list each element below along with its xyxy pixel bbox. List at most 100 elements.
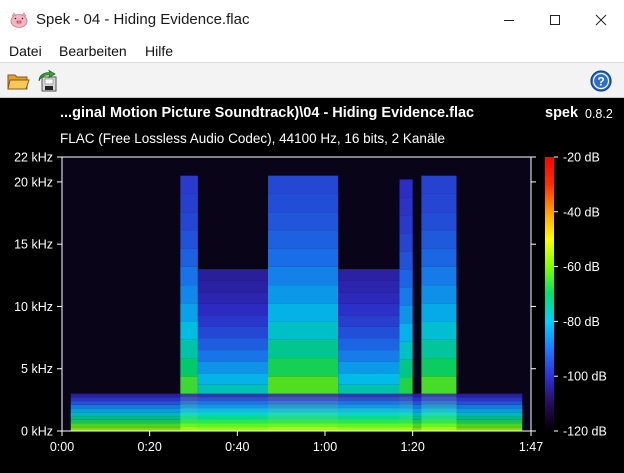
spectrogram-band xyxy=(338,280,400,293)
close-button[interactable] xyxy=(578,0,624,40)
spectrogram-band xyxy=(421,321,457,340)
pig-icon[interactable] xyxy=(10,11,28,29)
spectrogram-band xyxy=(421,230,457,249)
spectrogram-band xyxy=(268,339,339,359)
spectrogram-low-band xyxy=(70,419,523,424)
colorbar-tick-label: -40 dB xyxy=(563,205,600,219)
spectrogram-band xyxy=(338,373,400,385)
colorbar-tick-label: -120 dB xyxy=(563,425,607,439)
spectrogram-band xyxy=(268,230,339,249)
spectrogram-band xyxy=(421,358,457,377)
folder-open-icon[interactable] xyxy=(6,69,30,93)
spectrogram-band xyxy=(268,303,339,322)
spectrogram-band xyxy=(399,269,413,288)
spectrogram-band xyxy=(268,376,339,395)
spectrogram-low-band xyxy=(70,408,523,413)
minimize-icon xyxy=(504,20,514,21)
maximize-icon xyxy=(550,15,560,25)
colorbar-tick-label: -20 dB xyxy=(563,151,600,165)
spectrogram-band xyxy=(338,292,400,304)
spectrogram-band xyxy=(399,377,413,396)
spectrogram-band xyxy=(197,269,269,281)
y-tick-label: 22 kHz xyxy=(14,151,53,165)
spectrogram-band xyxy=(180,339,198,359)
colorbar-tick-label: -80 dB xyxy=(563,315,600,329)
spectrogram-band xyxy=(197,338,269,351)
minimize-button[interactable] xyxy=(486,0,532,40)
spectrogram-band xyxy=(180,285,198,304)
spectrogram-band xyxy=(180,175,198,194)
y-tick-label: 5 kHz xyxy=(21,362,53,376)
y-tick-label: 15 kHz xyxy=(14,238,53,252)
spectrogram-band xyxy=(338,326,400,339)
spectrogram-low-band xyxy=(70,397,523,402)
spectrogram-band xyxy=(399,251,413,270)
spectrogram-band xyxy=(421,266,457,286)
spectrogram-band xyxy=(268,321,339,340)
spectrogram-band xyxy=(421,303,457,322)
spectrogram-band xyxy=(197,326,269,339)
spectrogram-low-band xyxy=(70,416,523,420)
spectrogram-band xyxy=(399,341,413,360)
title-bar: Spek - 04 - Hiding Evidence.flac xyxy=(0,0,624,40)
spectrogram-band xyxy=(180,376,198,395)
y-tick-label: 10 kHz xyxy=(14,300,53,314)
spectrogram-band xyxy=(399,323,413,342)
spectrogram-band xyxy=(268,212,339,231)
spectrogram-band xyxy=(197,361,269,374)
x-tick-label: 1:47 xyxy=(519,440,543,454)
colorbar xyxy=(545,157,554,431)
spectrogram-band xyxy=(268,285,339,304)
menu-item-datei[interactable]: Datei xyxy=(9,43,42,59)
spectrogram-band xyxy=(399,359,413,378)
save-export-icon[interactable] xyxy=(36,69,60,93)
y-tick-label: 0 kHz xyxy=(21,425,53,439)
spectrogram-band xyxy=(421,193,457,213)
spectrogram-band xyxy=(180,212,198,231)
menu-item-bearbeiten[interactable]: Bearbeiten xyxy=(59,43,127,59)
spectrogram-chart: 0 kHz 5 kHz 10 kHz 15 kHz 20 kHz 22 kHz 0:00 0:… xyxy=(14,151,607,455)
spectrogram-band xyxy=(338,350,400,362)
x-tick-label: 0:20 xyxy=(137,440,161,454)
spectrogram-band xyxy=(338,338,400,351)
spectrogram-panel: ...ginal Motion Picture Soundtrack)\04 -… xyxy=(0,98,624,473)
spectrogram-band xyxy=(399,305,413,324)
spectrogram-band xyxy=(197,292,269,304)
spectrogram-band xyxy=(268,248,339,267)
spectrogram-band xyxy=(421,285,457,304)
x-tick-label: 0:00 xyxy=(50,440,74,454)
spectrogram-band xyxy=(421,175,457,194)
spectrogram-band xyxy=(180,358,198,377)
toolbar: ? xyxy=(0,62,624,98)
spectrogram-band xyxy=(180,321,198,340)
menu-item-hilfe[interactable]: Hilfe xyxy=(145,43,173,59)
maximize-button[interactable] xyxy=(532,0,578,40)
spectrogram-low-band xyxy=(70,412,523,417)
spectrogram-band xyxy=(399,233,413,252)
spectrogram-band xyxy=(421,248,457,267)
window-title: Spek - 04 - Hiding Evidence.flac xyxy=(36,11,250,28)
spectrogram-low-band xyxy=(70,393,523,398)
x-tick-label: 0:40 xyxy=(225,440,249,454)
spectrogram-band xyxy=(268,175,339,194)
spectrogram-band xyxy=(399,197,413,216)
spectrogram-band xyxy=(268,266,339,286)
spectrogram-band xyxy=(338,303,400,316)
spectrogram-low-band xyxy=(70,427,523,431)
spectrogram-band xyxy=(338,269,400,281)
x-tick-label: 1:00 xyxy=(313,440,337,454)
spectrogram-band xyxy=(421,339,457,359)
spectrogram-band xyxy=(180,266,198,286)
colorbar-tick-label: -100 dB xyxy=(563,370,607,384)
x-tick-label: 1:20 xyxy=(400,440,424,454)
spectrogram-band xyxy=(338,315,400,327)
spectrogram-band xyxy=(197,315,269,327)
close-icon xyxy=(595,14,607,26)
spectrogram-band xyxy=(421,212,457,231)
help-icon[interactable]: ? xyxy=(589,69,613,93)
spectrogram-band xyxy=(180,193,198,213)
spectrogram-band xyxy=(197,373,269,385)
spectrogram-low-band xyxy=(70,401,523,405)
svg-text:?: ? xyxy=(597,75,604,89)
spectrogram-band xyxy=(399,179,413,198)
